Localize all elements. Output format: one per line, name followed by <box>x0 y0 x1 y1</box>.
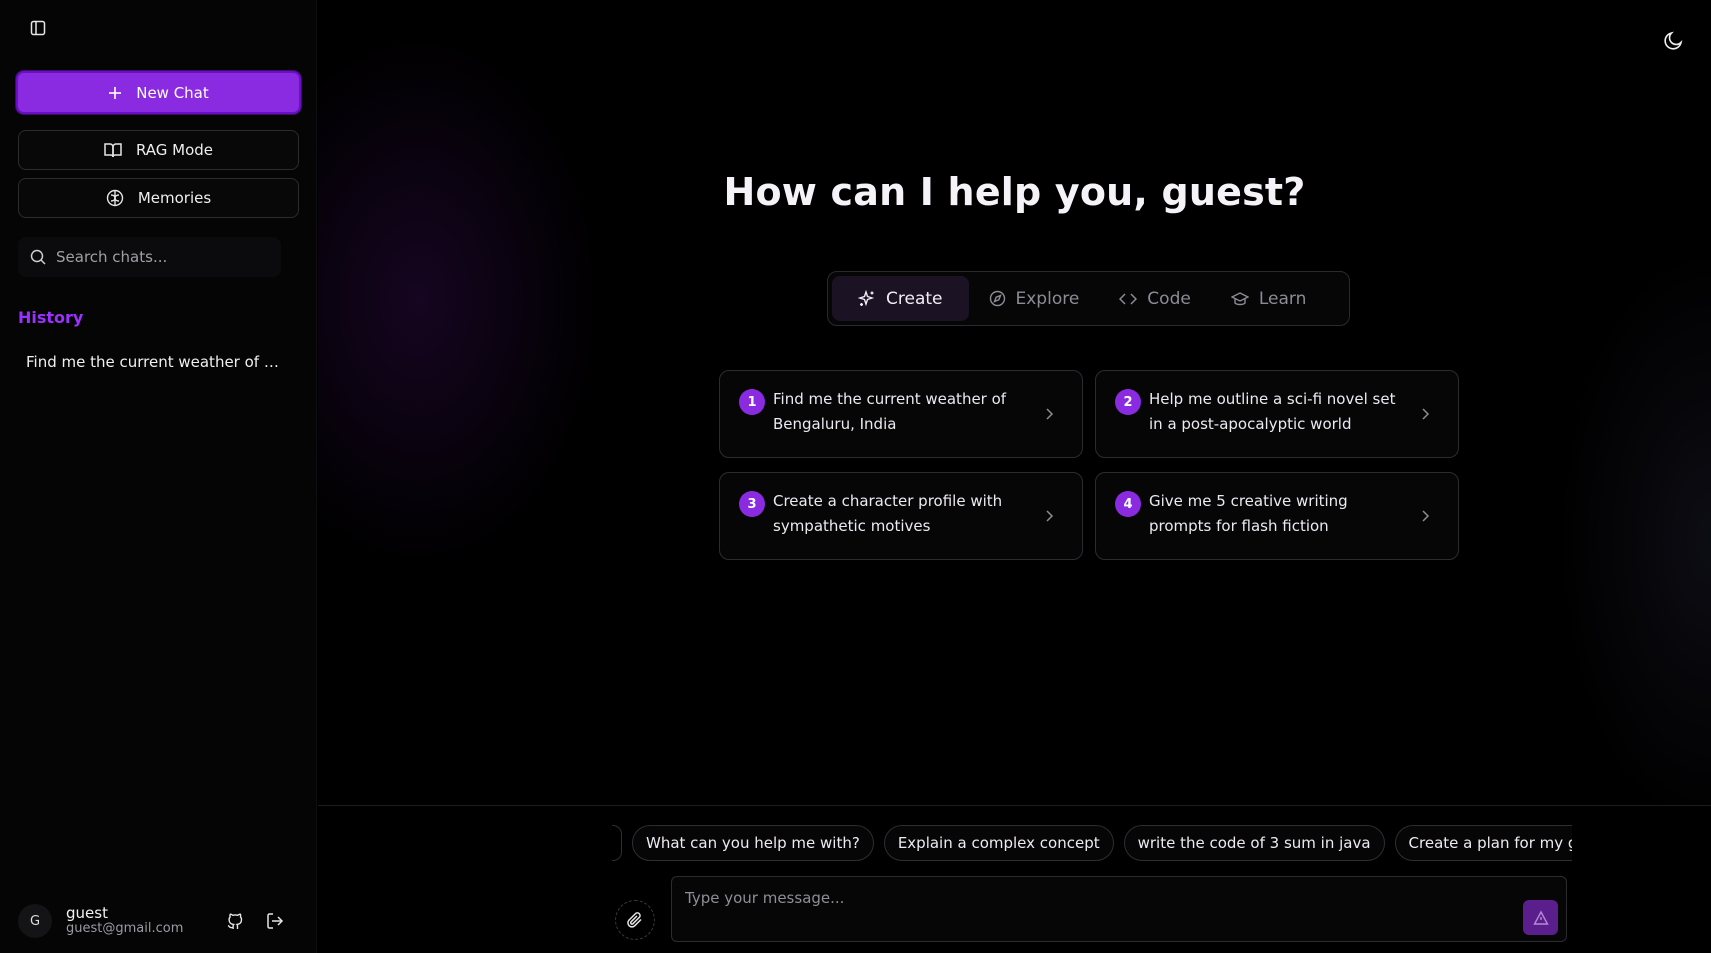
send-button[interactable] <box>1523 900 1558 935</box>
card-number: 3 <box>739 491 765 517</box>
send-icon <box>1532 910 1549 926</box>
tab-code[interactable]: Code <box>1099 276 1211 321</box>
card-text: Help me outline a sci-fi novel set in a … <box>1149 390 1396 433</box>
rag-mode-button[interactable]: RAG Mode <box>18 130 299 170</box>
card-number: 2 <box>1115 389 1141 415</box>
book-open-icon <box>104 142 122 158</box>
mode-tabs: Create Explore Code Learn <box>827 271 1350 326</box>
suggestion-cards: 1 Find me the current weather of Bengalu… <box>719 370 1459 560</box>
memories-button[interactable]: Memories <box>18 178 299 218</box>
search-chats <box>18 237 281 277</box>
memories-label: Memories <box>137 189 212 207</box>
user-profile: G guest guest@gmail.com <box>18 903 298 939</box>
avatar[interactable]: G <box>18 904 52 938</box>
suggestion-card[interactable]: 3 Create a character profile with sympat… <box>719 472 1083 560</box>
card-number: 4 <box>1115 491 1141 517</box>
card-text: Find me the current weather of Bengaluru… <box>773 390 1007 433</box>
quick-prompts: What can you help me with? Explain a com… <box>612 825 1572 861</box>
attach-button[interactable] <box>615 900 655 940</box>
sidebar: New Chat RAG Mode Memories History Find … <box>0 0 317 953</box>
card-text: Create a character profile with sympathe… <box>773 492 1003 535</box>
tab-label: Explore <box>1015 288 1080 309</box>
tab-explore[interactable]: Explore <box>969 276 1100 321</box>
card-number: 1 <box>739 389 765 415</box>
new-chat-button[interactable]: New Chat <box>16 71 301 114</box>
card-text: Give me 5 creative writing prompts for f… <box>1149 492 1348 535</box>
sidebar-toggle-icon[interactable] <box>27 17 49 39</box>
graduation-cap-icon <box>1230 291 1249 307</box>
chevron-right-icon <box>1044 509 1054 523</box>
user-name: guest <box>66 903 108 922</box>
message-composer <box>671 876 1567 942</box>
page-title: How can I help you, guest? <box>723 170 1306 214</box>
user-actions <box>224 910 286 932</box>
suggestion-card[interactable]: 4 Give me 5 creative writing prompts for… <box>1095 472 1459 560</box>
suggestion-card[interactable]: 2 Help me outline a sci-fi novel set in … <box>1095 370 1459 458</box>
logout-icon[interactable] <box>264 910 286 932</box>
chevron-right-icon <box>1044 407 1054 421</box>
history-title: History <box>18 308 84 327</box>
github-icon[interactable] <box>224 910 246 932</box>
chevron-right-icon <box>1420 509 1430 523</box>
brain-icon <box>106 189 124 207</box>
paperclip-icon <box>626 911 644 929</box>
tab-label: Create <box>886 288 943 309</box>
user-email: guest@gmail.com <box>66 921 184 937</box>
chevron-right-icon <box>1420 407 1430 421</box>
suggestion-card[interactable]: 1 Find me the current weather of Bengalu… <box>719 370 1083 458</box>
quick-prompt-chip[interactable]: Create a plan for my goals <box>1394 825 1572 861</box>
moon-icon[interactable] <box>1662 30 1686 54</box>
quick-prompt-chip[interactable]: What can you help me with? <box>632 825 874 861</box>
search-input[interactable] <box>56 248 256 266</box>
search-icon <box>30 249 46 265</box>
quick-prompt-chip-partial[interactable] <box>612 825 622 861</box>
tab-learn[interactable]: Learn <box>1211 276 1327 321</box>
rag-mode-label: RAG Mode <box>135 141 214 159</box>
plus-icon <box>108 86 122 100</box>
compass-icon <box>989 290 1006 307</box>
tab-create[interactable]: Create <box>832 276 969 321</box>
user-info: guest guest@gmail.com <box>66 903 184 937</box>
tab-label: Code <box>1147 288 1191 309</box>
new-chat-label: New Chat <box>136 83 209 102</box>
quick-prompt-chip[interactable]: Explain a complex concept <box>883 825 1114 861</box>
code-icon <box>1119 292 1138 306</box>
history-item[interactable]: Find me the current weather of Be... <box>26 353 286 371</box>
composer-divider <box>318 805 1711 806</box>
tab-label: Learn <box>1258 288 1307 309</box>
quick-prompt-chip[interactable]: write the code of 3 sum in java <box>1123 825 1385 861</box>
sparkles-icon <box>858 289 876 308</box>
message-input[interactable] <box>685 889 1485 929</box>
